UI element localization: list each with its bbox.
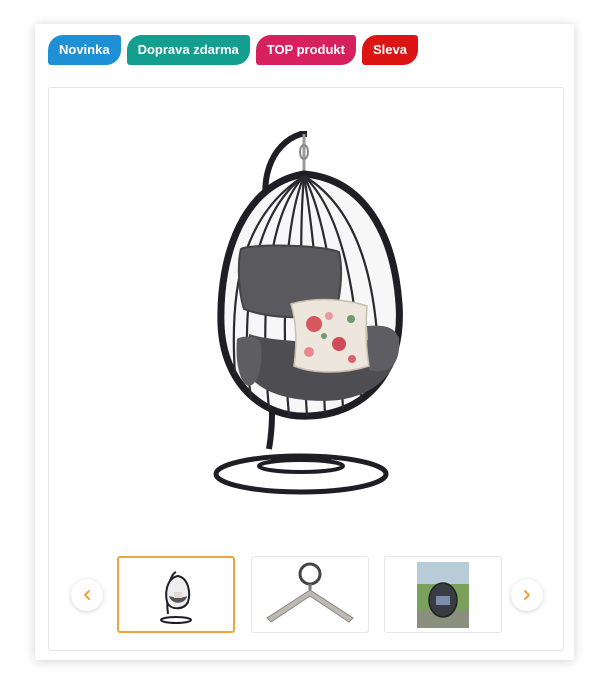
badge-novinka: Novinka [48,35,121,65]
thumbnail-hanging-hook[interactable] [251,556,369,633]
badge-list: Novinka Doprava zdarma TOP produkt Sleva [48,35,418,65]
thumbnail-egg-chair[interactable] [117,556,235,633]
hanging-hook-thumbnail [266,562,354,623]
thumbnail-strip [49,554,563,636]
thumbnail-garden-chair[interactable] [384,556,502,633]
chevron-right-icon [524,590,530,600]
image-gallery [48,87,564,651]
garden-chair-thumbnail [417,561,469,628]
prev-thumbnail-button[interactable] [71,579,103,611]
egg-chair-thumbnail [160,570,192,624]
badge-sleva: Sleva [361,35,418,65]
badge-top-produkt: TOP produkt [255,35,356,65]
hanging-egg-chair-image [213,131,403,495]
main-product-image[interactable] [189,104,429,534]
chevron-left-icon [84,590,90,600]
product-gallery-card: Novinka Doprava zdarma TOP produkt Sleva [35,24,574,660]
next-thumbnail-button[interactable] [511,579,543,611]
badge-doprava-zdarma: Doprava zdarma [126,35,250,65]
